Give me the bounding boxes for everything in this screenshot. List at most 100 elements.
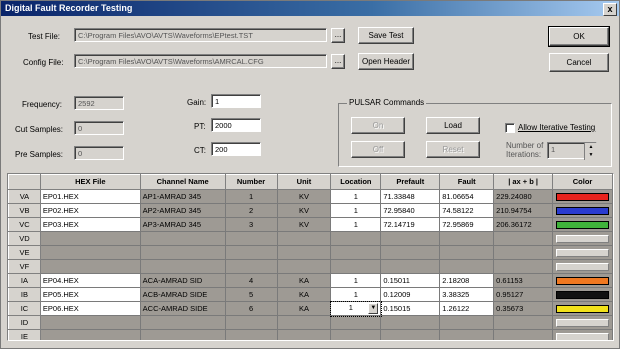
open-header-button[interactable]: Open Header bbox=[358, 53, 414, 70]
color-cell[interactable] bbox=[552, 273, 613, 288]
allow-iterative-checkbox[interactable] bbox=[505, 123, 515, 133]
color-cell[interactable] bbox=[552, 217, 613, 232]
fault-header[interactable]: Fault bbox=[439, 174, 495, 190]
spin-up-icon[interactable]: ▲ bbox=[585, 143, 597, 151]
fault-cell[interactable]: 3.38325 bbox=[439, 287, 495, 302]
prefault-cell[interactable]: 72.14719 bbox=[380, 217, 441, 232]
location-cell[interactable]: ▼ 1 bbox=[329, 300, 382, 317]
pulsar-on-button[interactable]: On bbox=[351, 117, 405, 134]
row-id-cell[interactable]: VE bbox=[8, 245, 41, 260]
fault-cell[interactable]: 1.26122 bbox=[439, 301, 495, 316]
row-id-cell[interactable]: IE bbox=[8, 329, 41, 340]
row-id-cell[interactable]: VA bbox=[8, 189, 41, 204]
color-cell[interactable] bbox=[552, 231, 613, 246]
close-button[interactable]: x bbox=[603, 3, 617, 16]
hex-file-cell[interactable]: EP03.HEX bbox=[39, 217, 141, 232]
location-cell[interactable]: 1 bbox=[330, 287, 382, 302]
color-swatch[interactable] bbox=[556, 276, 609, 285]
prefault-cell[interactable]: 71.33848 bbox=[380, 189, 441, 204]
pulsar-off-button[interactable]: Off bbox=[351, 141, 405, 158]
color-swatch[interactable] bbox=[556, 220, 609, 229]
color-cell[interactable] bbox=[552, 287, 613, 302]
gain-input[interactable]: 1 bbox=[211, 94, 261, 108]
table-row[interactable]: VA EP01.HEX AP1-AMRAD 345 1 KV 1 71.33848 81.06… bbox=[8, 189, 613, 204]
table-row[interactable]: VB EP02.HEX AP2-AMRAD 345 2 KV 1 72.95840 74.58… bbox=[8, 203, 613, 218]
table-row[interactable]: IC EP06.HEX ACC-AMRAD SIDE 6 KA ▼ 1 0.15015 1.26… bbox=[8, 300, 613, 317]
color-swatch-empty[interactable] bbox=[556, 332, 609, 340]
prefault-cell[interactable]: 0.12009 bbox=[380, 287, 441, 302]
color-swatch-empty[interactable] bbox=[556, 234, 609, 243]
channel-name-header[interactable]: Channel Name bbox=[139, 174, 226, 190]
color-cell[interactable] bbox=[552, 301, 613, 316]
location-cell[interactable]: 1 bbox=[330, 273, 382, 288]
color-swatch-empty[interactable] bbox=[556, 318, 609, 327]
location-header[interactable]: Location bbox=[330, 174, 382, 190]
spin-down-icon[interactable]: ▼ bbox=[585, 151, 597, 159]
color-swatch-empty[interactable] bbox=[556, 262, 609, 271]
hex-file-cell[interactable]: EP05.HEX bbox=[39, 287, 141, 302]
pulsar-load-button[interactable]: Load bbox=[426, 117, 480, 134]
chevron-down-icon[interactable]: ▼ bbox=[368, 303, 379, 314]
hex-file-cell[interactable]: EP02.HEX bbox=[39, 203, 141, 218]
config-file-field[interactable]: C:\Program Files\AVO\AVTS\Waveforms\AMRC… bbox=[74, 54, 327, 68]
color-swatch[interactable] bbox=[556, 206, 609, 215]
color-swatch[interactable] bbox=[556, 192, 609, 201]
unit-header[interactable]: Unit bbox=[276, 174, 332, 190]
row-header-corner[interactable] bbox=[8, 174, 41, 190]
row-id-cell[interactable]: IB bbox=[8, 287, 41, 302]
title-bar[interactable]: Digital Fault Recorder Testing x bbox=[1, 1, 619, 16]
location-cell[interactable]: 1 bbox=[330, 189, 382, 204]
hex-file-cell[interactable]: EP04.HEX bbox=[39, 273, 141, 288]
table-row[interactable]: IA EP04.HEX ACA-AMRAD SID 4 KA 1 0.15011 2.1820… bbox=[8, 273, 613, 288]
hex-file-header[interactable]: HEX File bbox=[39, 174, 141, 190]
table-row[interactable]: ID bbox=[8, 315, 613, 330]
location-cell[interactable]: 1 bbox=[330, 217, 382, 232]
save-test-button[interactable]: Save Test bbox=[358, 27, 414, 44]
color-swatch-empty[interactable] bbox=[556, 248, 609, 257]
color-cell[interactable] bbox=[552, 203, 613, 218]
table-row[interactable]: IB EP05.HEX ACB-AMRAD SIDE 5 KA 1 0.12009 3.383… bbox=[8, 287, 613, 302]
location-cell[interactable]: 1 bbox=[330, 203, 382, 218]
test-file-field[interactable]: C:\Program Files\AVO\AVTS\Waveforms\EPte… bbox=[74, 28, 327, 42]
row-id-cell[interactable]: VC bbox=[8, 217, 41, 232]
prefault-cell[interactable]: 0.15011 bbox=[380, 273, 441, 288]
fault-cell[interactable]: 72.95869 bbox=[439, 217, 495, 232]
color-cell[interactable] bbox=[552, 259, 613, 274]
row-id-cell[interactable]: ID bbox=[8, 315, 41, 330]
table-row[interactable]: VD bbox=[8, 231, 613, 246]
color-cell[interactable] bbox=[552, 189, 613, 204]
color-swatch[interactable] bbox=[556, 304, 609, 313]
pulsar-reset-button[interactable]: Reset bbox=[426, 141, 480, 158]
table-row[interactable]: VF bbox=[8, 259, 613, 274]
row-id-cell[interactable]: VF bbox=[8, 259, 41, 274]
fault-cell[interactable]: 2.18208 bbox=[439, 273, 495, 288]
table-row[interactable]: VC EP03.HEX AP3-AMRAD 345 3 KV 1 72.14719 72.95… bbox=[8, 217, 613, 232]
fault-cell[interactable]: 81.06654 bbox=[439, 189, 495, 204]
prefault-cell[interactable]: 0.15015 bbox=[380, 301, 441, 316]
color-cell[interactable] bbox=[552, 315, 613, 330]
hex-file-cell[interactable]: EP06.HEX bbox=[39, 301, 141, 316]
iterations-spin-buttons[interactable]: ▲ ▼ bbox=[584, 143, 597, 160]
table-row[interactable]: VE bbox=[8, 245, 613, 260]
prefault-cell[interactable]: 72.95840 bbox=[380, 203, 441, 218]
prefault-header[interactable]: Prefault bbox=[380, 174, 441, 190]
color-cell[interactable] bbox=[552, 329, 613, 340]
number-header[interactable]: Number bbox=[224, 174, 278, 190]
table-row[interactable]: IE bbox=[8, 329, 613, 340]
color-swatch[interactable] bbox=[556, 290, 609, 299]
ok-button[interactable]: OK bbox=[548, 26, 610, 47]
row-id-cell[interactable]: IC bbox=[8, 301, 41, 316]
row-id-cell[interactable]: VD bbox=[8, 231, 41, 246]
row-id-cell[interactable]: VB bbox=[8, 203, 41, 218]
row-id-cell[interactable]: IA bbox=[8, 273, 41, 288]
cancel-button[interactable]: Cancel bbox=[549, 53, 609, 72]
pt-input[interactable]: 2000 bbox=[211, 118, 261, 132]
hex-file-cell[interactable]: EP01.HEX bbox=[39, 189, 141, 204]
ax-b-header[interactable]: | ax + b | bbox=[493, 174, 554, 190]
ct-input[interactable]: 200 bbox=[211, 142, 261, 156]
browse-config-file-button[interactable]: ... bbox=[331, 54, 345, 69]
browse-test-file-button[interactable]: ... bbox=[331, 28, 345, 43]
fault-cell[interactable]: 74.58122 bbox=[439, 203, 495, 218]
color-cell[interactable] bbox=[552, 245, 613, 260]
color-header[interactable]: Color bbox=[552, 174, 613, 190]
